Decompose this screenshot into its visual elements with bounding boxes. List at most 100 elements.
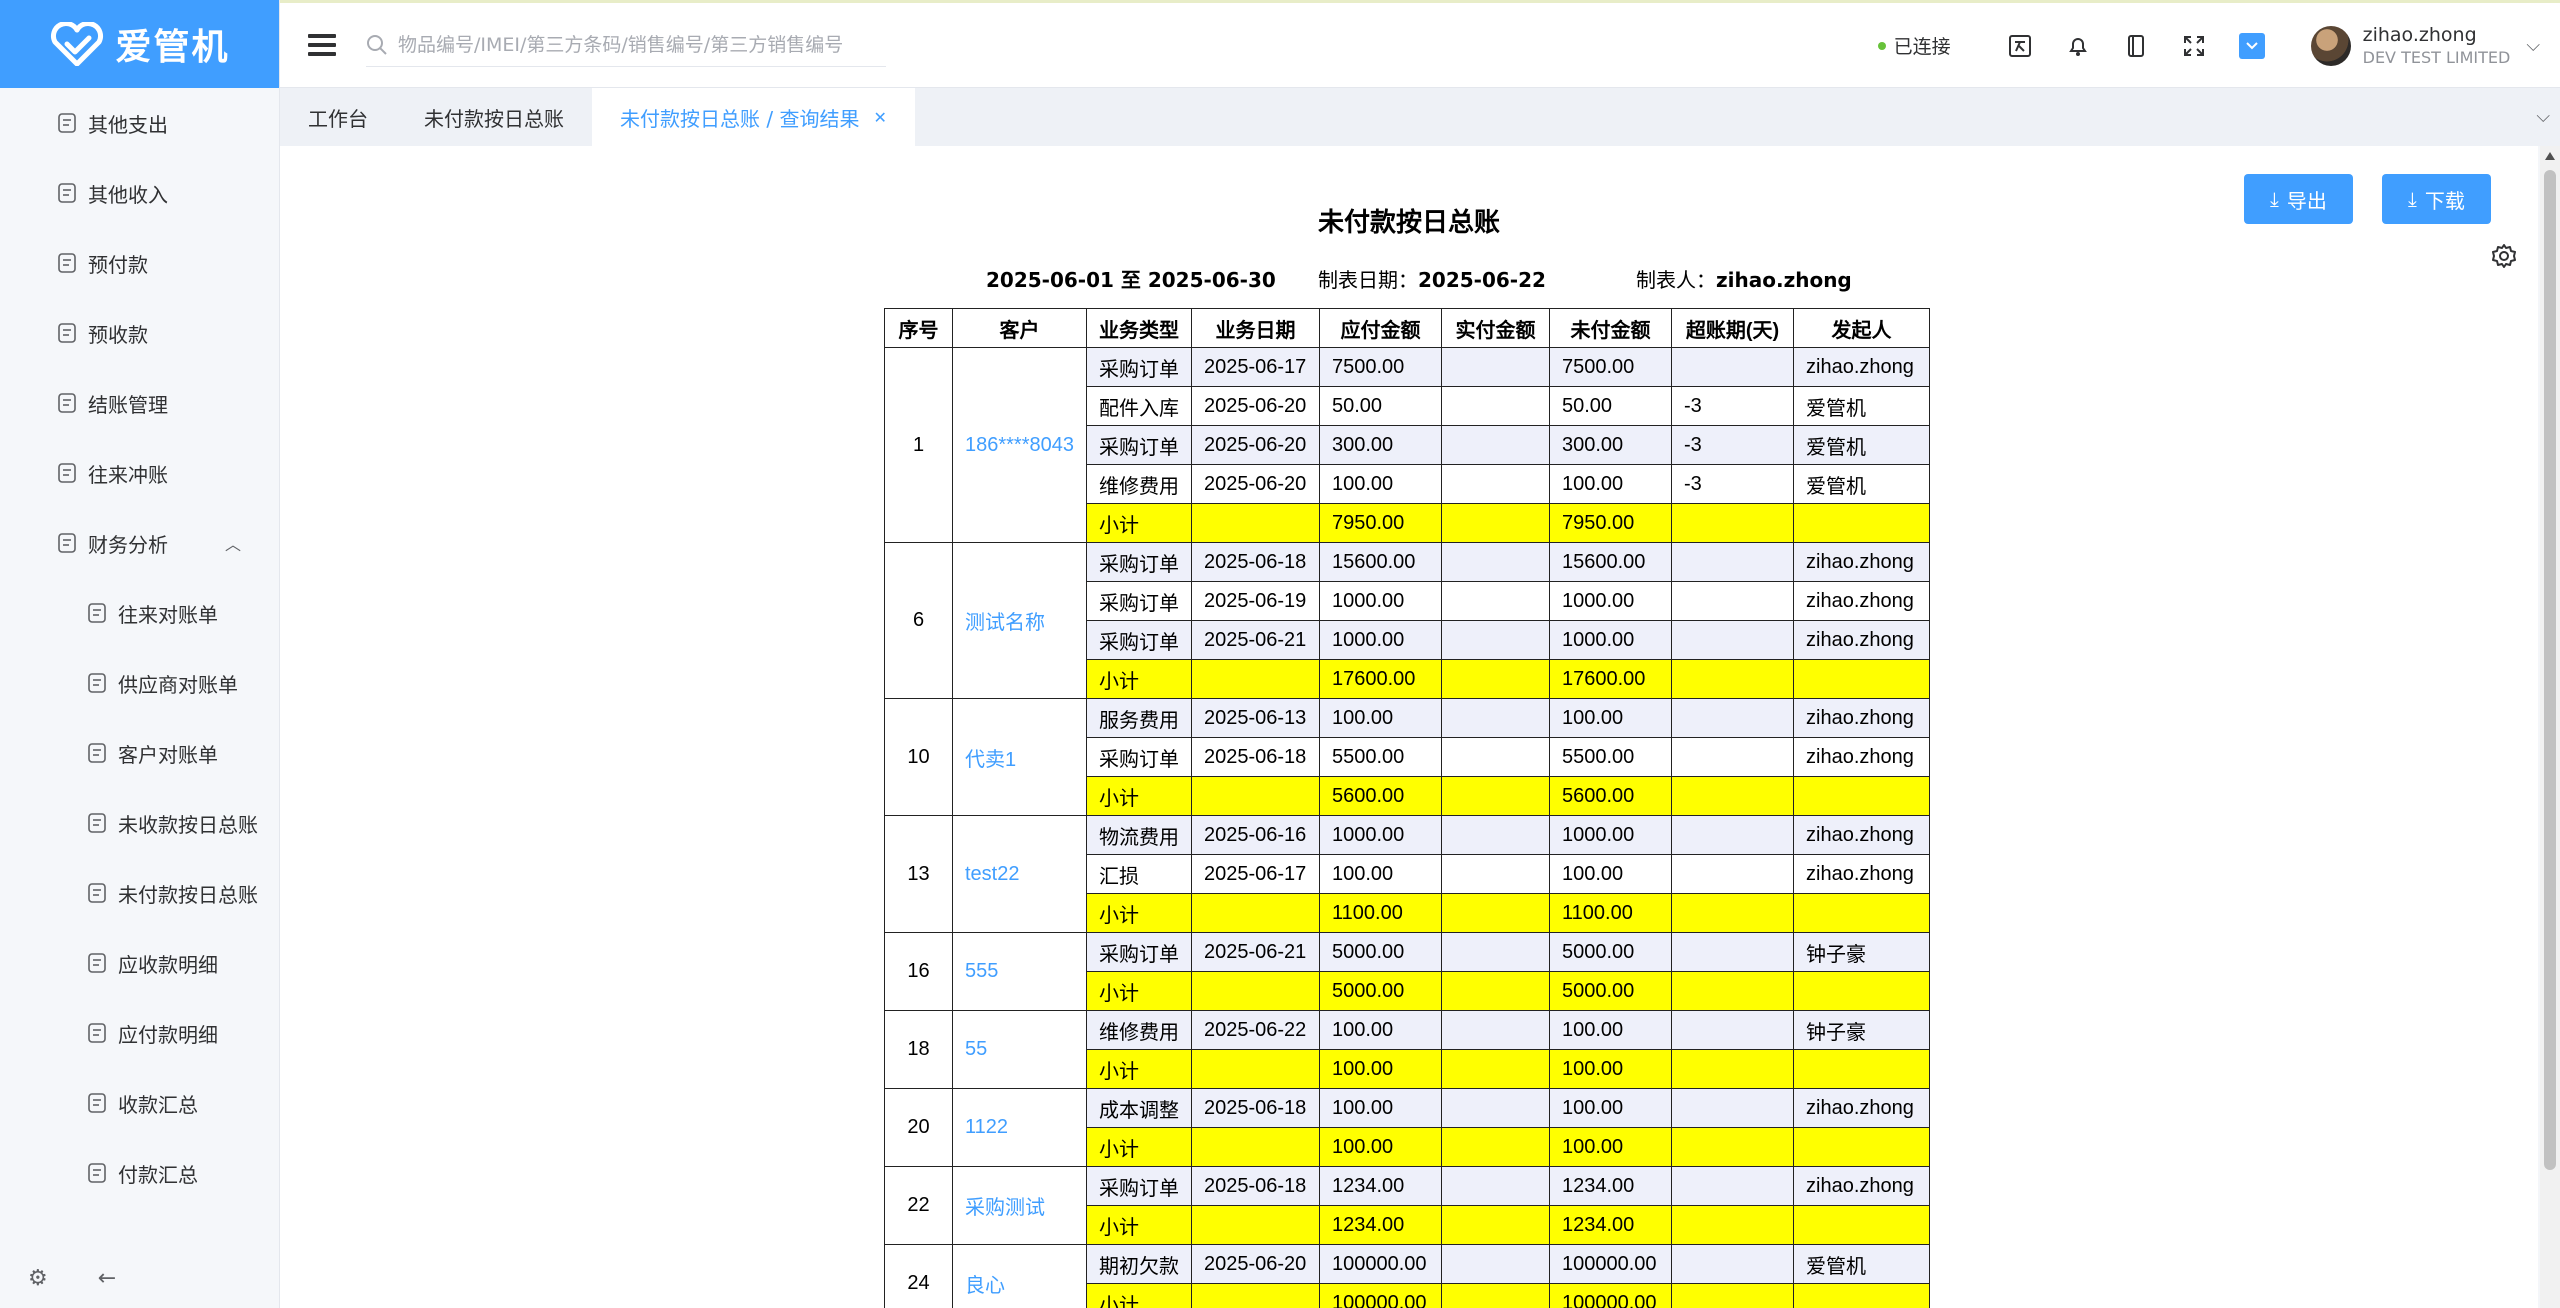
sidebar-item-main-1[interactable]: 其他收入 [0, 158, 279, 228]
table-cell: -3 [1671, 464, 1794, 504]
search-input[interactable] [398, 33, 878, 56]
vertical-scrollbar[interactable] [2540, 146, 2560, 1308]
seq-cell: 20 [884, 1088, 953, 1167]
close-icon[interactable]: ✕ [873, 108, 886, 127]
table-cell: 300.00 [1549, 425, 1672, 465]
tab-unpaid-daily-ledger[interactable]: 未付款按日总账 [396, 88, 592, 146]
hamburger-menu-icon[interactable] [308, 34, 336, 56]
table-cell [1441, 620, 1550, 660]
table-cell: zihao.zhong [1793, 854, 1930, 894]
sidebar-item-sub-6[interactable]: 应付款明细 [0, 998, 279, 1068]
table-cell: 2025-06-21 [1191, 932, 1320, 972]
table-cell [1671, 1166, 1794, 1206]
customer-link[interactable]: 1122 [952, 1088, 1087, 1167]
table-cell [1671, 893, 1794, 933]
sidebar-item-finance-analysis[interactable]: 财务分析 ︿ [0, 508, 279, 578]
sidebar-item-main-5[interactable]: 往来冲账 [0, 438, 279, 508]
table-cell: 采购订单 [1086, 932, 1192, 972]
table-cell: 100.00 [1549, 1010, 1672, 1050]
table-cell [1191, 893, 1320, 933]
customer-link[interactable]: 采购测试 [952, 1166, 1087, 1245]
table-cell: 7500.00 [1549, 347, 1672, 387]
table-cell: 2025-06-21 [1191, 620, 1320, 660]
dropdown-toggle-icon[interactable] [2238, 32, 2265, 59]
table-cell [1671, 971, 1794, 1011]
table-cell [1671, 815, 1794, 855]
table-cell [1191, 971, 1320, 1011]
table-row: 20 1122 成本调整 2025-06-18 100.00 100.00 zihao.zh… [884, 1088, 1930, 1167]
sidebar-item-main-3[interactable]: 预收款 [0, 298, 279, 368]
app-logo[interactable]: 爱管机 [0, 0, 279, 88]
seq-cell: 6 [884, 542, 953, 699]
user-menu[interactable]: zihao.zhong DEV TEST LIMITED ⌵ [2310, 23, 2540, 69]
sidebar-item-sub-3[interactable]: 未收款按日总账 [0, 788, 279, 858]
table-cell: zihao.zhong [1793, 620, 1930, 660]
table-cell: 1234.00 [1549, 1166, 1672, 1206]
sidebar-item-main-0[interactable]: 其他支出 [0, 88, 279, 158]
table-cell: 钟子豪 [1793, 932, 1930, 972]
table-body: 1 186****8043 采购订单 2025-06-17 7500.00 7500.00… [884, 347, 1930, 1308]
finance-analysis-submenu: 往来对账单 供应商对账单 客户对账单 未收款按日总账 未付款按日总账 应收款明细 应付款明细… [0, 578, 279, 1208]
table-cell [1671, 581, 1794, 621]
notebook-icon[interactable] [2123, 33, 2149, 59]
customer-link[interactable]: 55 [952, 1010, 1087, 1089]
customer-link[interactable]: 代卖1 [952, 698, 1087, 816]
sidebar-item-sub-0[interactable]: 往来对账单 [0, 578, 279, 648]
table-cell [1441, 1088, 1550, 1128]
table-cell: 2025-06-18 [1191, 1166, 1320, 1206]
table-cell: 采购订单 [1086, 581, 1192, 621]
app-name: 爱管机 [115, 27, 230, 68]
tab-workbench[interactable]: 工作台 [280, 88, 396, 146]
table-cell [1793, 893, 1930, 933]
table-cell [1441, 542, 1550, 582]
connection-status: 已连接 [1877, 32, 1951, 59]
table-cell: 爱管机 [1793, 1244, 1930, 1284]
chevron-down-icon[interactable]: ⌵ [2536, 106, 2550, 127]
sidebar-item-sub-1[interactable]: 供应商对账单 [0, 648, 279, 718]
fullscreen-icon[interactable] [2181, 33, 2207, 59]
table-cell: 5500.00 [1319, 737, 1442, 777]
table-cell: 采购订单 [1086, 620, 1192, 660]
sidebar-item-main-2[interactable]: 预付款 [0, 228, 279, 298]
card-icon [86, 1022, 108, 1044]
table-cell: 100.00 [1549, 1088, 1672, 1128]
sidebar-footer: ⚙ ← [0, 1248, 280, 1308]
customer-link[interactable]: 测试名称 [952, 542, 1087, 699]
column-header: 实付金额 [1441, 308, 1550, 348]
subtotal-label: 小计 [1086, 1049, 1192, 1089]
scrollbar-thumb[interactable] [2544, 170, 2556, 1170]
report-title: 未付款按日总账 [1317, 208, 1500, 238]
settings-icon[interactable]: ⚙ [28, 1266, 48, 1291]
table-cell [1191, 1049, 1320, 1089]
table-cell: 2025-06-20 [1191, 1244, 1320, 1284]
table-cell: 1000.00 [1549, 620, 1672, 660]
tab-unpaid-daily-ledger-result[interactable]: 未付款按日总账 / 查询结果 ✕ [592, 88, 915, 146]
column-header: 客户 [952, 308, 1087, 348]
gear-icon[interactable] [2490, 242, 2518, 270]
table-cell [1441, 932, 1550, 972]
subtotal-value: 100.00 [1549, 1127, 1672, 1167]
bell-icon[interactable] [2065, 33, 2091, 59]
sidebar-item-sub-8[interactable]: 付款汇总 [0, 1138, 279, 1208]
sidebar-item-sub-5[interactable]: 应收款明细 [0, 928, 279, 998]
subtotal-label: 小计 [1086, 659, 1192, 699]
table-cell: 维修费用 [1086, 464, 1192, 504]
translate-icon[interactable] [2007, 33, 2033, 59]
customer-link[interactable]: 555 [952, 932, 1087, 1011]
customer-link[interactable]: 186****8043 [952, 347, 1087, 543]
subtotal-value: 5600.00 [1549, 776, 1672, 816]
customer-link[interactable]: test22 [952, 815, 1087, 933]
sidebar-item-sub-2[interactable]: 客户对账单 [0, 718, 279, 788]
customer-link[interactable]: 良心 [952, 1244, 1087, 1308]
table-cell: 2025-06-17 [1191, 854, 1320, 894]
table-cell: zihao.zhong [1793, 1166, 1930, 1206]
table-cell [1191, 659, 1320, 699]
tab-label: 未付款按日总账 / 查询结果 [620, 106, 860, 131]
collapse-arrow-icon[interactable]: ← [98, 1266, 116, 1291]
scroll-up-arrow-icon[interactable] [2545, 152, 2555, 160]
sidebar-item-sub-7[interactable]: 收款汇总 [0, 1068, 279, 1138]
subtotal-value: 100.00 [1319, 1049, 1442, 1089]
sidebar-item-sub-4[interactable]: 未付款按日总账 [0, 858, 279, 928]
table-cell: 2025-06-17 [1191, 347, 1320, 387]
sidebar-item-main-4[interactable]: 结账管理 [0, 368, 279, 438]
